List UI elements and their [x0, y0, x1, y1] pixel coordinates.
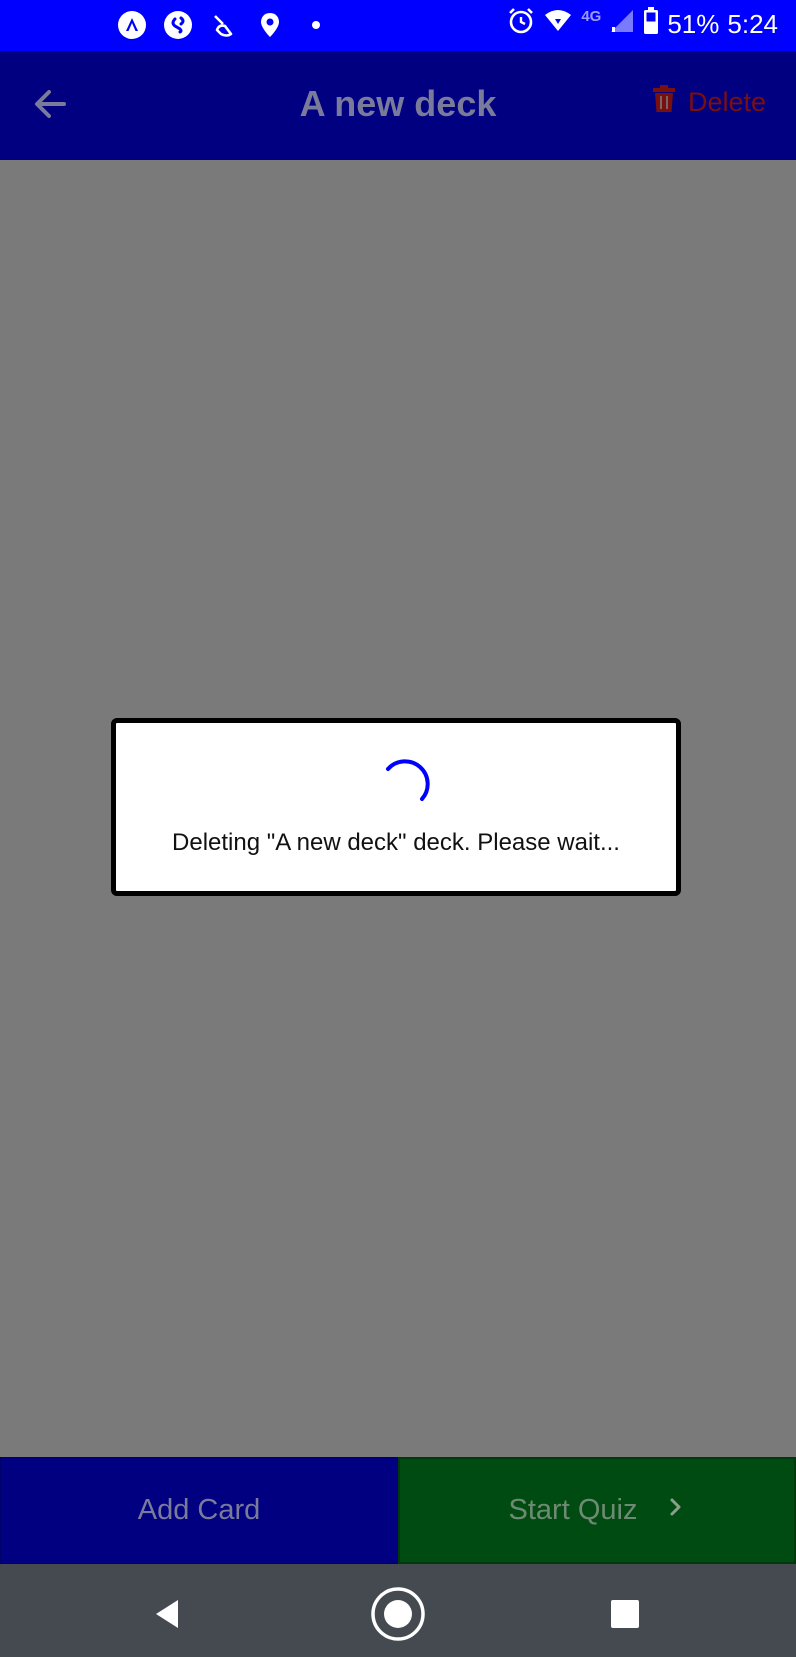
- dot-icon: [300, 9, 332, 41]
- trash-icon: [652, 85, 676, 120]
- clock: 5:24: [727, 8, 778, 39]
- signal-icon: [609, 8, 635, 41]
- delete-button[interactable]: Delete: [652, 85, 766, 120]
- status-bar: 4G 51% 5:24: [0, 0, 796, 51]
- triangle-back-icon: [156, 1600, 178, 1628]
- start-quiz-button[interactable]: Start Quiz: [398, 1457, 796, 1564]
- add-card-label: Add Card: [137, 1494, 261, 1526]
- app-icon: [116, 9, 148, 41]
- location-icon: [254, 9, 286, 41]
- brush-icon: [208, 9, 240, 41]
- system-nav-bar: [0, 1564, 796, 1657]
- alarm-icon: [507, 7, 535, 42]
- start-quiz-label: Start Quiz: [508, 1494, 638, 1526]
- home-circle-icon: [371, 1587, 425, 1641]
- delete-label: Delete: [687, 87, 766, 117]
- nav-home-button[interactable]: [370, 1586, 426, 1642]
- status-right-icons: 4G 51% 5:24: [507, 4, 778, 44]
- bottom-action-bar: Add Card Start Quiz: [0, 1457, 796, 1564]
- loading-spinner-icon: [386, 759, 430, 801]
- nav-back-button[interactable]: [140, 1586, 196, 1642]
- square-recents-icon: [611, 1600, 639, 1628]
- wifi-icon: [543, 7, 573, 42]
- status-left-icons: [116, 6, 332, 44]
- screen: 4G 51% 5:24 A new deck Delete Deleting "…: [0, 0, 796, 1657]
- chevron-right-icon: [667, 1494, 685, 1527]
- shazam-icon: [162, 9, 194, 41]
- battery-percent: 51%: [667, 8, 720, 39]
- dialog-message: Deleting "A new deck" deck. Please wait.…: [172, 829, 620, 856]
- battery-icon: [643, 6, 659, 42]
- loading-dialog: Deleting "A new deck" deck. Please wait.…: [111, 718, 681, 896]
- network-type-label: 4G: [581, 7, 602, 25]
- nav-recents-button[interactable]: [597, 1586, 653, 1642]
- add-card-button[interactable]: Add Card: [0, 1457, 398, 1564]
- app-bar: A new deck Delete: [0, 51, 796, 160]
